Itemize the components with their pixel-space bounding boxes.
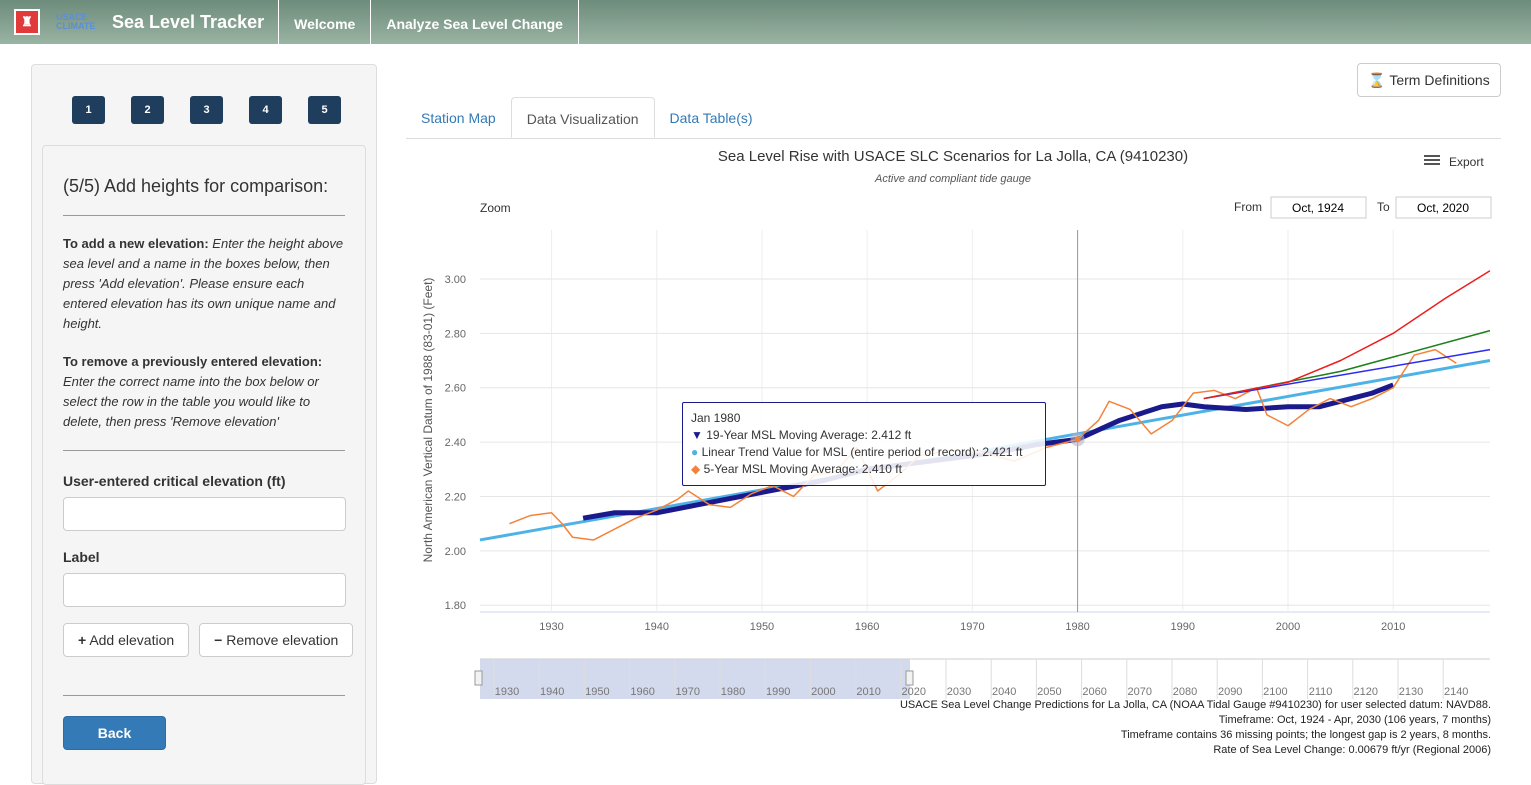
hover-point bbox=[1074, 436, 1081, 443]
chart: Sea Level Rise with USACE SLC Scenarios … bbox=[421, 148, 1492, 699]
series-high-line[interactable] bbox=[1203, 270, 1491, 400]
triangle-down-icon: ▼ bbox=[691, 428, 703, 442]
x-tick-label: 2000 bbox=[1276, 621, 1300, 633]
zoom-label: Zoom bbox=[480, 201, 511, 215]
export-label: Export bbox=[1449, 155, 1484, 169]
chart-subtitle: Active and compliant tide gauge bbox=[874, 173, 1031, 185]
x-tick-label: 1950 bbox=[750, 621, 774, 633]
navigator-tick-label: 2020 bbox=[902, 686, 926, 698]
y-tick-label: 2.20 bbox=[445, 491, 466, 503]
chart-tooltip: Jan 1980 ▼ 19-Year MSL Moving Average: 2… bbox=[682, 402, 1046, 486]
navigator-tick-label: 2000 bbox=[811, 686, 835, 698]
navigator-tick-label: 2080 bbox=[1173, 686, 1197, 698]
chart-footer: USACE Sea Level Change Predictions for L… bbox=[900, 698, 1491, 758]
y-tick-label: 2.80 bbox=[445, 328, 466, 340]
navigator-tick-label: 1940 bbox=[540, 686, 564, 698]
x-tick-label: 1940 bbox=[645, 621, 669, 633]
tooltip-row: Linear Trend Value for MSL (entire perio… bbox=[701, 445, 1023, 459]
navigator-tick-label: 2010 bbox=[856, 686, 880, 698]
navigator-tick-label: 2120 bbox=[1354, 686, 1378, 698]
x-tick-label: 1930 bbox=[539, 621, 563, 633]
navigator-tick-label: 2140 bbox=[1444, 686, 1468, 698]
navigator-tick-label: 1980 bbox=[721, 686, 745, 698]
tooltip-row: 5-Year MSL Moving Average: 2.410 ft bbox=[703, 462, 902, 476]
y-axis-title: North American Vertical Datum of 1988 (8… bbox=[421, 278, 435, 563]
x-tick-label: 1970 bbox=[960, 621, 984, 633]
navigator-tick-label: 1960 bbox=[630, 686, 654, 698]
navigator-left-handle[interactable] bbox=[474, 670, 483, 686]
tooltip-date: Jan 1980 bbox=[691, 411, 741, 425]
chart-title: Sea Level Rise with USACE SLC Scenarios … bbox=[718, 148, 1188, 165]
y-tick-label: 2.40 bbox=[445, 437, 466, 449]
y-tick-label: 1.80 bbox=[445, 600, 466, 612]
x-tick-label: 1990 bbox=[1171, 621, 1195, 633]
tooltip-row: 19-Year MSL Moving Average: 2.412 ft bbox=[706, 428, 912, 442]
navigator-tick-label: 1990 bbox=[766, 686, 790, 698]
navigator-tick-label: 2060 bbox=[1082, 686, 1106, 698]
x-tick-label: 1960 bbox=[855, 621, 879, 633]
from-label: From bbox=[1234, 200, 1262, 214]
to-label: To bbox=[1377, 200, 1390, 214]
circle-icon: ● bbox=[691, 445, 699, 459]
export-button[interactable]: Export bbox=[1424, 155, 1484, 169]
to-date-value[interactable]: Oct, 2020 bbox=[1417, 201, 1469, 215]
footer-line: Timeframe contains 36 missing points; th… bbox=[1120, 729, 1491, 741]
from-date-value[interactable]: Oct, 1924 bbox=[1292, 201, 1344, 215]
series-intermediate-line[interactable] bbox=[1203, 329, 1491, 400]
footer-line: Timeframe: Oct, 1924 - Apr, 2030 (106 ye… bbox=[1218, 714, 1491, 726]
navigator-tick-label: 2090 bbox=[1218, 686, 1242, 698]
navigator-tick-label: 2110 bbox=[1309, 686, 1333, 698]
navigator[interactable]: 1930 1940 1950 1960 1970 1980 1990 2000 2010 2020… bbox=[474, 658, 1490, 699]
navigator-tick-label: 2050 bbox=[1037, 686, 1061, 698]
navigator-tick-label: 2100 bbox=[1263, 686, 1287, 698]
navigator-tick-label: 1950 bbox=[585, 686, 609, 698]
y-tick-label: 2.00 bbox=[445, 546, 466, 558]
navigator-right-handle[interactable] bbox=[905, 670, 914, 686]
footer-line: USACE Sea Level Change Predictions for L… bbox=[899, 699, 1491, 711]
y-tick-label: 3.00 bbox=[445, 274, 466, 286]
navigator-tick-label: 2030 bbox=[947, 686, 971, 698]
navigator-tick-label: 2070 bbox=[1128, 686, 1152, 698]
y-tick-label: 2.60 bbox=[445, 383, 466, 395]
x-tick-label: 2010 bbox=[1381, 621, 1405, 633]
footer-line: Rate of Sea Level Change: 0.00679 ft/yr … bbox=[1213, 744, 1491, 756]
x-tick-label: 1980 bbox=[1065, 621, 1089, 633]
diamond-icon: ◆ bbox=[691, 462, 701, 476]
navigator-tick-label: 1970 bbox=[676, 686, 700, 698]
navigator-tick-label: 2040 bbox=[992, 686, 1016, 698]
navigator-tick-label: 1930 bbox=[495, 686, 519, 698]
navigator-tick-label: 2130 bbox=[1399, 686, 1423, 698]
